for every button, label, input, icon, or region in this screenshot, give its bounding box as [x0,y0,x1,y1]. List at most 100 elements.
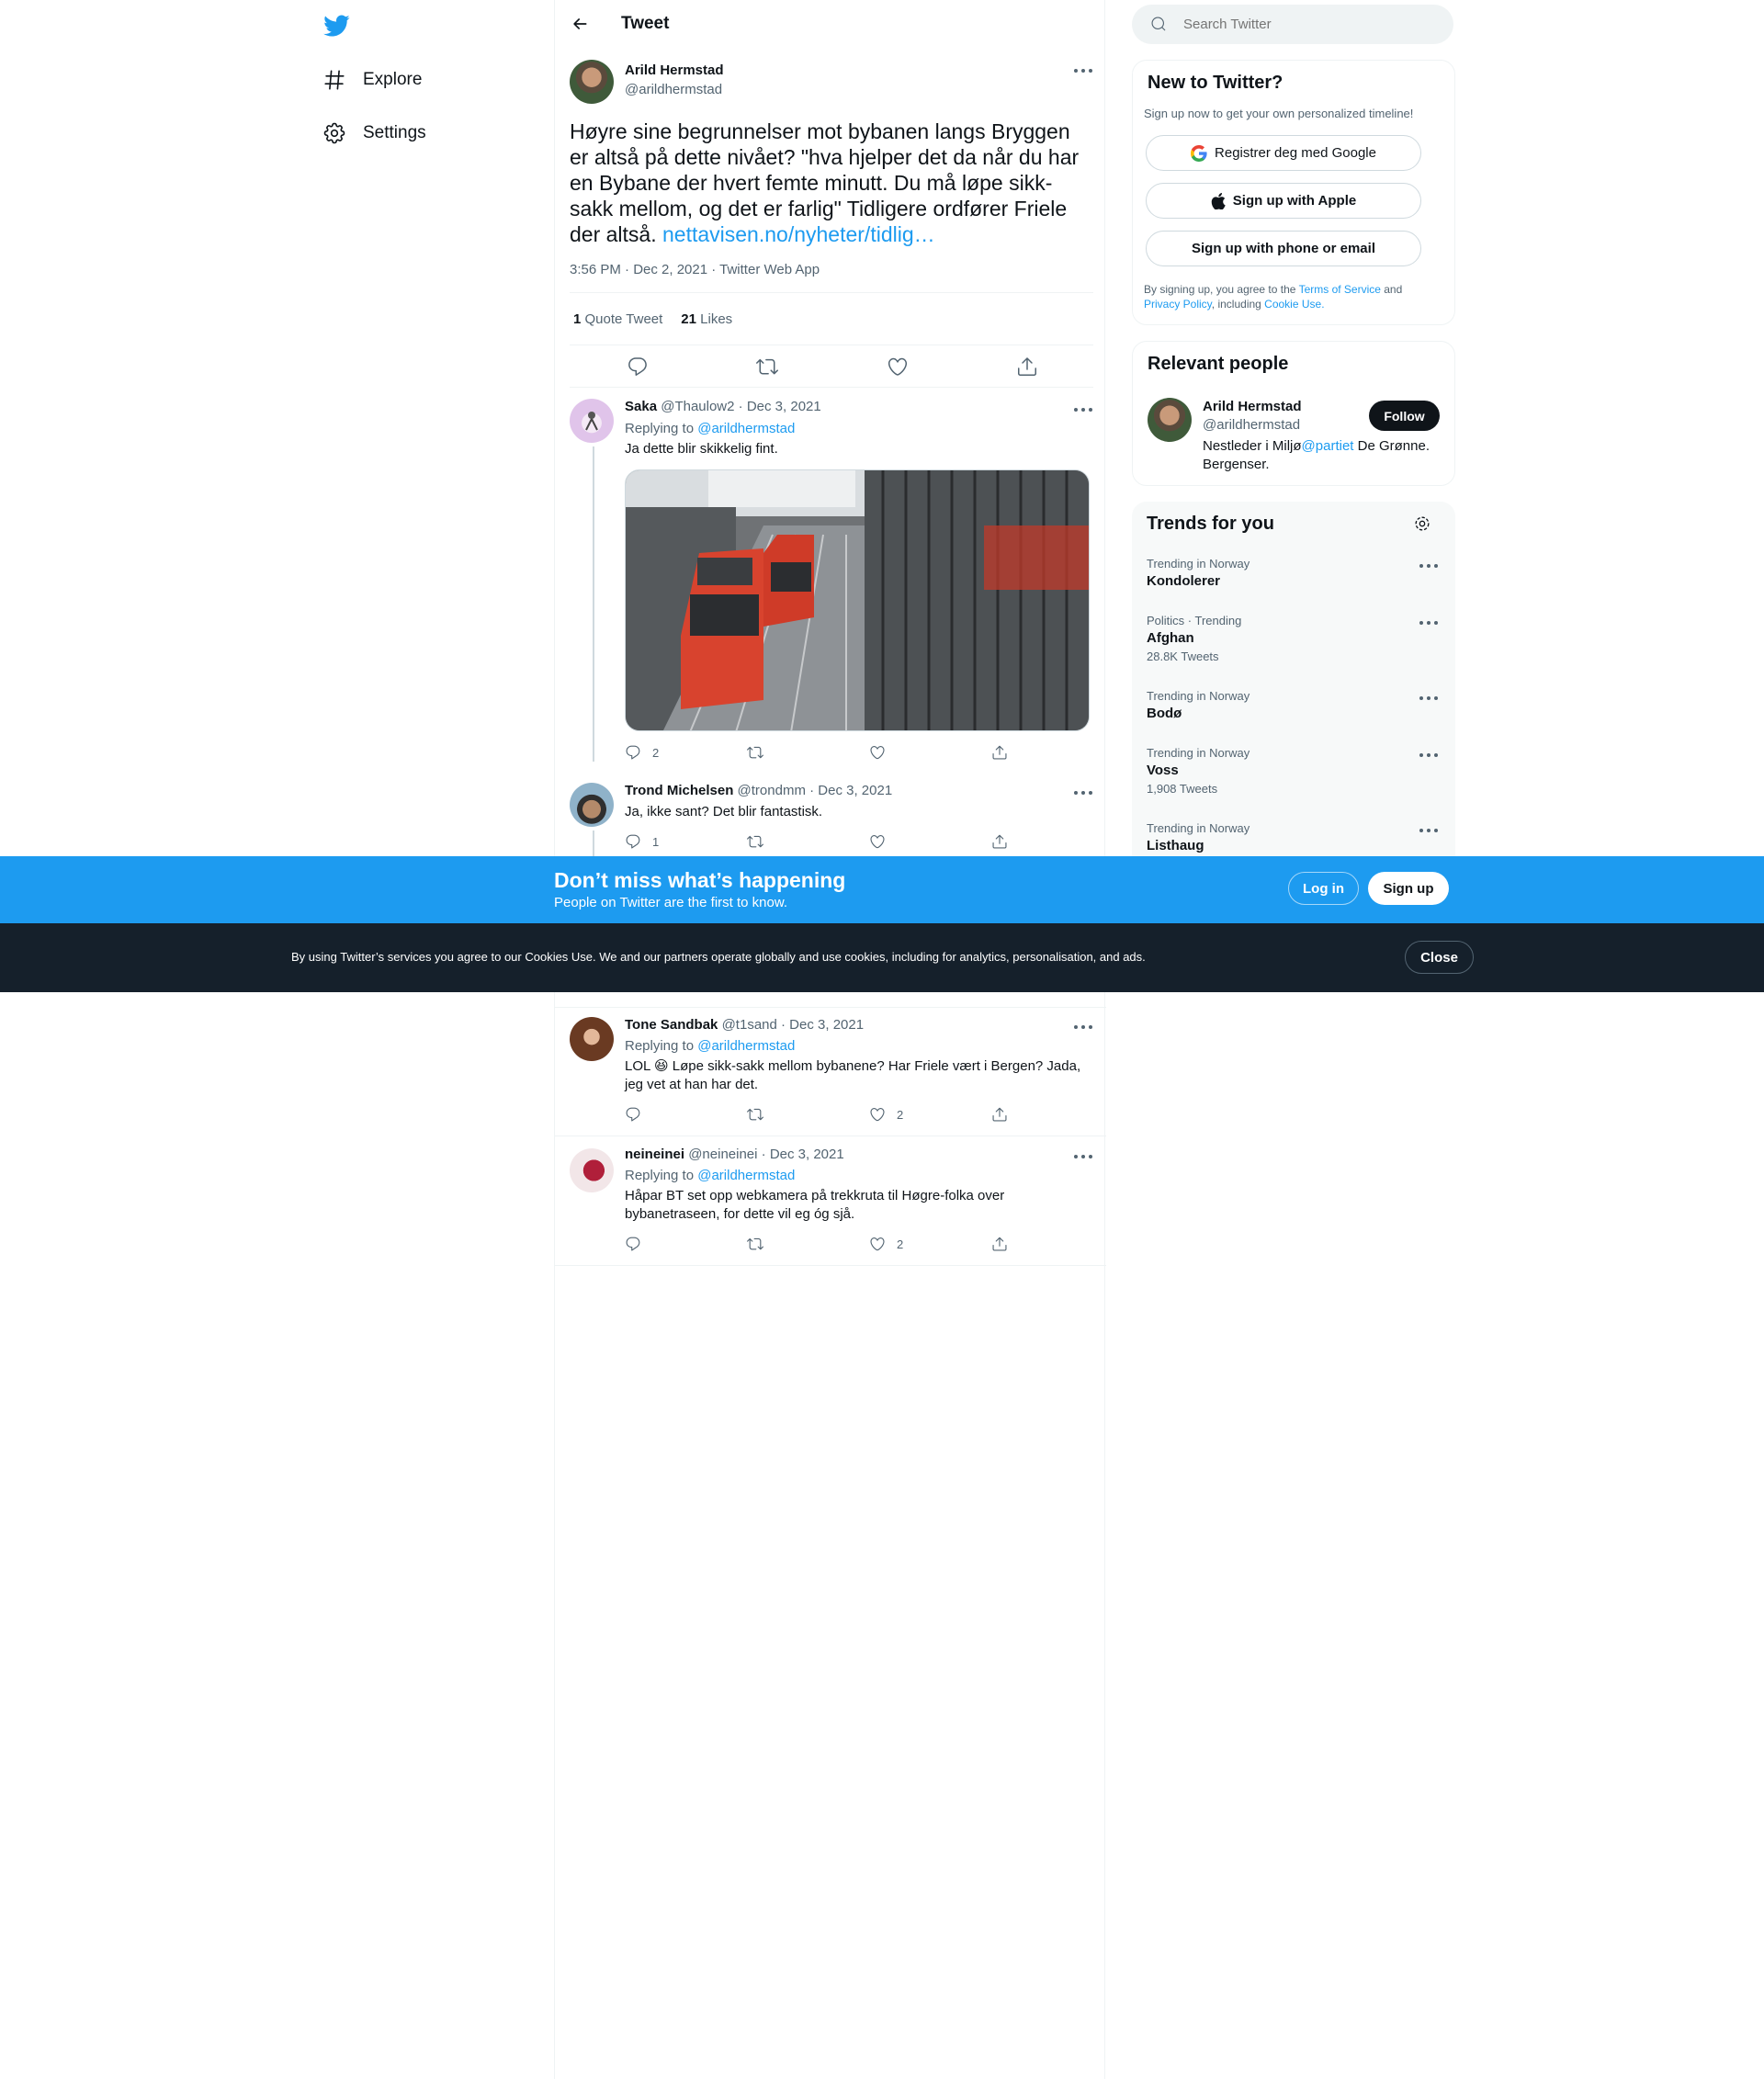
quote-tweet-stat[interactable]: 1 Quote Tweet [573,311,662,327]
reply-date[interactable]: · Dec 3, 2021 [762,1147,844,1162]
signup-button[interactable]: Sign up [1368,872,1449,905]
person-handle[interactable]: @arildhermstad [1203,417,1300,433]
more-options-icon[interactable] [1073,1154,1093,1159]
reply-icon[interactable] [627,356,649,378]
replying-to-mention[interactable]: @arildhermstad [697,1168,795,1183]
tweet-author-name[interactable]: Arild Hermstad [625,62,724,78]
reply-author-handle[interactable]: @t1sand [722,1017,777,1033]
back-arrow-icon[interactable] [571,15,589,33]
person-name[interactable]: Arild Hermstad [1203,399,1302,414]
reply-action[interactable]: 2 [625,744,747,761]
bio-text: Nestleder i Miljø [1203,438,1302,454]
like-icon[interactable] [887,356,909,378]
search-input[interactable] [1183,14,1431,34]
reply-author-name[interactable]: Tone Sandbak [625,1017,718,1033]
reply-author-name[interactable]: Saka [625,399,657,414]
reply-action[interactable] [625,1236,747,1252]
reply-author-handle[interactable]: @neineinei [688,1147,757,1162]
bio-text: De Grønne. [1353,438,1430,454]
share-action[interactable] [991,833,1008,850]
avatar[interactable] [570,783,614,827]
gear-icon[interactable] [1413,514,1431,533]
search-box[interactable] [1132,5,1453,44]
retweet-action[interactable] [747,1106,869,1123]
reply-date[interactable]: · Dec 3, 2021 [781,1017,864,1033]
more-options-icon[interactable] [1073,68,1093,73]
reply-tweet[interactable]: Saka @Thaulow2 · Dec 3, 2021 Replying to… [555,389,1106,768]
more-options-icon[interactable] [1419,563,1439,569]
avatar[interactable] [570,399,614,443]
nav-settings[interactable]: Settings [322,115,426,152]
avatar[interactable] [1148,398,1192,442]
relevant-people-card: Relevant people Arild Hermstad @arildher… [1132,341,1455,486]
reply-tweet[interactable]: neineinei @neineinei · Dec 3, 2021 Reply… [555,1136,1106,1266]
hashtag-icon [322,68,346,92]
twitter-logo-icon[interactable] [322,12,350,40]
signup-banner-title: Don’t miss what’s happening [554,868,846,892]
retweet-action[interactable] [747,1236,869,1252]
bio-mention[interactable]: @partiet [1302,438,1354,454]
like-action[interactable]: 2 [869,1106,991,1123]
privacy-policy-link[interactable]: Privacy Policy [1144,298,1212,311]
like-action[interactable] [869,744,991,761]
trend-item[interactable]: Trending in Norway Voss 1,908 Tweets [1132,746,1455,819]
nav-explore-label: Explore [363,70,423,89]
more-options-icon[interactable] [1419,752,1439,758]
tweet-link[interactable]: nettavisen.no/nyheter/tidlig… [662,222,935,246]
tweet-author-handle[interactable]: @arildhermstad [625,82,722,97]
nav-explore[interactable]: Explore [322,62,422,98]
reply-actions: 2 [625,1105,1008,1124]
more-options-icon[interactable] [1419,620,1439,626]
trend-item[interactable]: Politics · Trending Afghan 28.8K Tweets [1132,614,1455,687]
follow-button[interactable]: Follow [1369,401,1440,431]
more-options-icon[interactable] [1419,695,1439,701]
likes-stat[interactable]: 21 Likes [681,311,732,327]
cookie-banner: By using Twitter’s services you agree to… [0,923,1764,992]
login-button[interactable]: Log in [1288,872,1359,905]
share-icon[interactable] [1016,356,1038,378]
google-signup-button[interactable]: Registrer deg med Google [1146,135,1421,171]
more-options-icon[interactable] [1073,1024,1093,1030]
card-title: New to Twitter? [1148,73,1283,93]
trend-meta: Politics · Trending [1147,614,1242,627]
share-action[interactable] [991,1236,1008,1252]
reply-text: Ja dette blir skikkelig fint. [625,441,778,457]
signup-banner: Don’t miss what’s happening People on Tw… [0,856,1764,923]
avatar[interactable] [570,60,614,104]
more-options-icon[interactable] [1073,790,1093,796]
search-icon [1151,17,1166,31]
like-count: 2 [897,1237,904,1251]
share-action[interactable] [991,1106,1008,1123]
reply-author-handle[interactable]: @trondmm [738,783,806,798]
replying-to-mention[interactable]: @arildhermstad [697,421,795,436]
trend-item[interactable]: Trending in Norway Kondolerer [1132,557,1455,612]
reply-author-name[interactable]: Trond Michelsen [625,783,733,798]
retweet-icon[interactable] [756,356,778,378]
reply-action[interactable] [625,1106,747,1123]
reply-author-handle[interactable]: @Thaulow2 [661,399,734,414]
apple-signup-label: Sign up with Apple [1232,193,1357,209]
apple-signup-button[interactable]: Sign up with Apple [1146,183,1421,219]
more-options-icon[interactable] [1073,407,1093,412]
phone-signup-button[interactable]: Sign up with phone or email [1146,231,1421,266]
reply-date[interactable]: · Dec 3, 2021 [809,783,892,798]
like-action[interactable] [869,833,991,850]
reply-action[interactable]: 1 [625,833,747,850]
tweet-photo[interactable] [625,469,1090,731]
avatar[interactable] [570,1017,614,1061]
reply-tweet[interactable]: Trond Michelsen @trondmm · Dec 3, 2021 J… [555,768,1106,867]
cookie-use-link[interactable]: Cookie Use. [1264,298,1324,311]
trend-item[interactable]: Trending in Norway Bodø [1132,689,1455,744]
reply-tweet[interactable]: Tone Sandbak @t1sand · Dec 3, 2021 Reply… [555,1007,1106,1136]
share-action[interactable] [991,744,1008,761]
reply-date[interactable]: · Dec 3, 2021 [739,399,821,414]
retweet-action[interactable] [747,744,869,761]
like-action[interactable]: 2 [869,1236,991,1252]
retweet-action[interactable] [747,833,869,850]
cookie-close-button[interactable]: Close [1405,941,1474,974]
avatar[interactable] [570,1148,614,1192]
terms-of-service-link[interactable]: Terms of Service [1299,283,1381,296]
more-options-icon[interactable] [1419,828,1439,833]
reply-author-name[interactable]: neineinei [625,1147,684,1162]
replying-to-mention[interactable]: @arildhermstad [697,1038,795,1054]
